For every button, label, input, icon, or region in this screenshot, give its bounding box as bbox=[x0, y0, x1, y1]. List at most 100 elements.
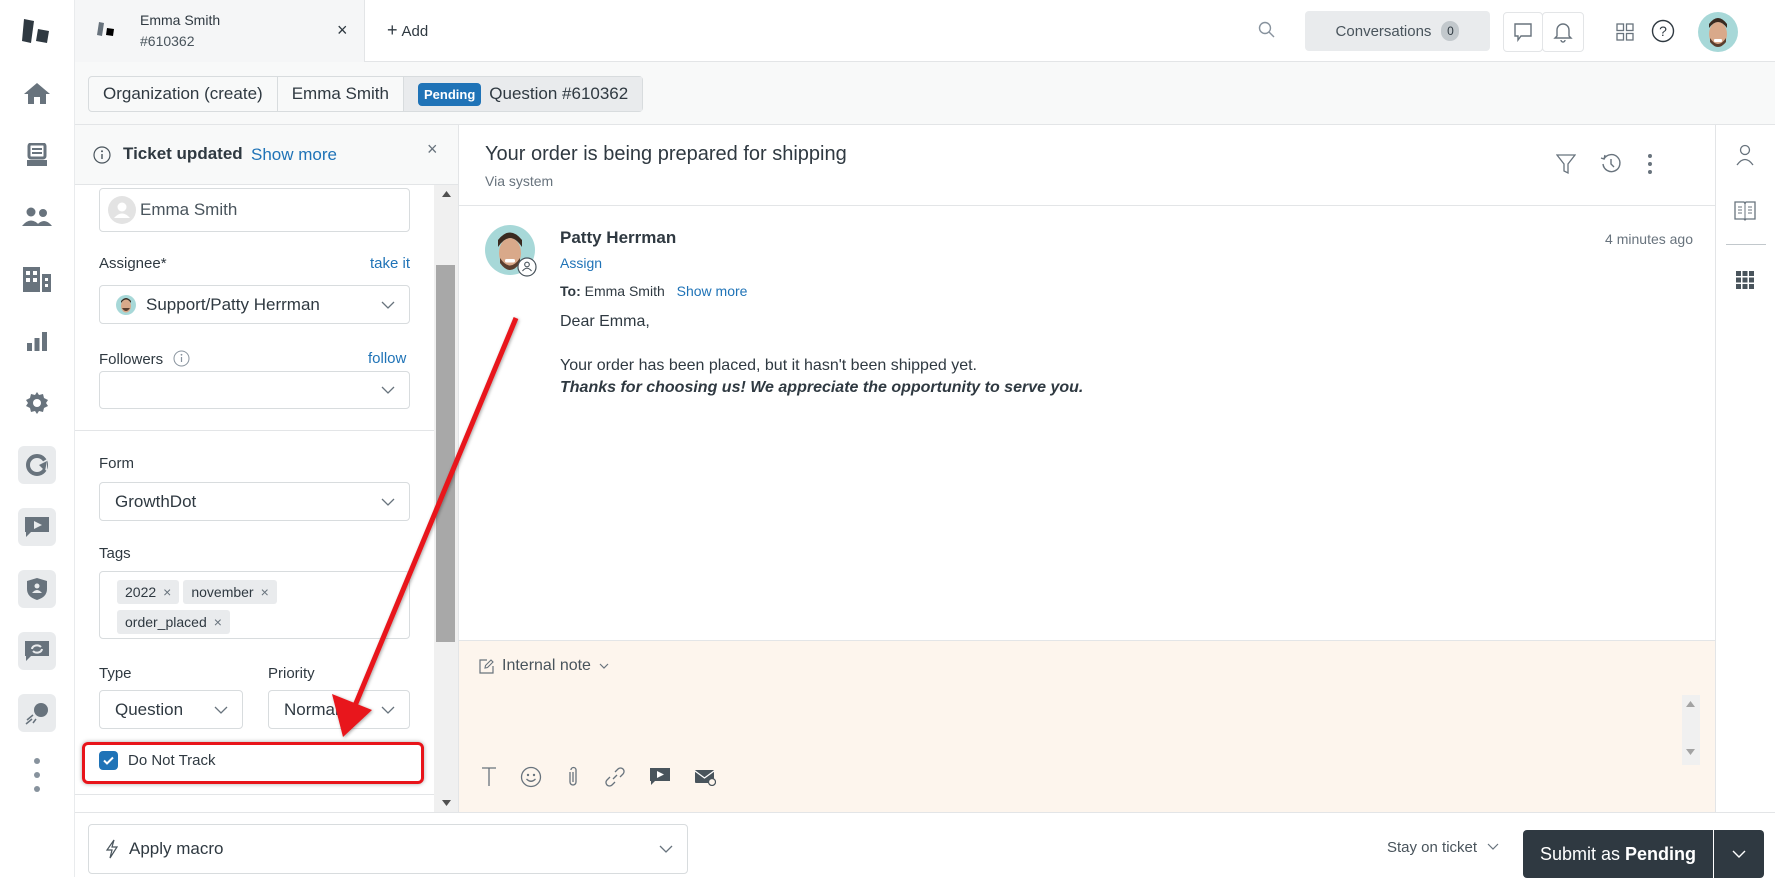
zendesk-logo-icon[interactable] bbox=[18, 12, 56, 50]
followers-label: Followers bbox=[99, 350, 190, 368]
composer-mode-select[interactable]: Internal note bbox=[479, 657, 609, 675]
composer-scrollbar[interactable] bbox=[1682, 695, 1700, 765]
building-icon[interactable] bbox=[18, 260, 56, 298]
filter-icon[interactable] bbox=[1556, 153, 1576, 175]
message-paragraph: Your order has been placed, but it hasn'… bbox=[560, 357, 977, 374]
panel-scrollbar[interactable] bbox=[434, 185, 458, 812]
search-icon[interactable] bbox=[1258, 21, 1276, 39]
tag-chip: order_placed × bbox=[117, 610, 230, 634]
top-bar: Emma Smith #610362 × + Add Conversations … bbox=[75, 0, 1775, 62]
attachment-icon[interactable] bbox=[565, 766, 581, 788]
customer-context-icon[interactable] bbox=[1735, 144, 1755, 166]
gear-icon[interactable] bbox=[18, 384, 56, 422]
users-icon[interactable] bbox=[18, 198, 56, 236]
take-it-link[interactable]: take it bbox=[370, 255, 410, 272]
follow-link[interactable]: follow bbox=[368, 350, 406, 367]
apply-macro-label: Apply macro bbox=[129, 839, 224, 858]
form-select[interactable]: GrowthDot bbox=[99, 482, 410, 521]
breadcrumb-requester[interactable]: Emma Smith bbox=[278, 77, 404, 111]
scroll-up-arrow-icon[interactable] bbox=[442, 191, 451, 197]
to-value: Emma Smith bbox=[584, 283, 665, 299]
to-label: To: bbox=[560, 283, 581, 299]
form-label: Form bbox=[99, 455, 134, 472]
chevron-down-icon bbox=[381, 498, 395, 506]
scroll-down-arrow-icon[interactable] bbox=[1686, 749, 1695, 755]
chevron-down-icon bbox=[381, 301, 395, 309]
chevron-down-icon bbox=[599, 663, 609, 669]
more-vertical-icon[interactable] bbox=[18, 754, 56, 796]
breadcrumb-ticket-label: Question #610362 bbox=[489, 84, 629, 103]
text-format-icon[interactable] bbox=[481, 767, 497, 787]
submit-options-button[interactable] bbox=[1714, 830, 1764, 878]
message-author[interactable]: Patty Herrman bbox=[560, 228, 676, 248]
scroll-up-arrow-icon[interactable] bbox=[1686, 701, 1695, 707]
breadcrumb: Organization (create) Emma Smith Pending… bbox=[88, 76, 644, 112]
chevron-down-icon bbox=[1732, 850, 1746, 858]
assignee-avatar bbox=[116, 294, 136, 315]
link-icon[interactable] bbox=[604, 766, 626, 788]
user-avatar[interactable] bbox=[1698, 12, 1738, 52]
chat-refresh-icon[interactable] bbox=[18, 632, 56, 670]
ticket-updated-notification: Ticket updated Show more × bbox=[75, 125, 458, 185]
remove-tag-icon[interactable]: × bbox=[261, 584, 269, 600]
notification-close-icon[interactable]: × bbox=[427, 139, 438, 160]
comet-icon[interactable] bbox=[18, 694, 56, 732]
breadcrumb-organization-label: Organization (create) bbox=[103, 84, 263, 103]
assign-link[interactable]: Assign bbox=[560, 255, 602, 271]
more-options-icon[interactable] bbox=[1647, 153, 1653, 175]
video-chat-icon[interactable] bbox=[18, 508, 56, 546]
bar-chart-icon[interactable] bbox=[18, 322, 56, 360]
ticket-subject: Your order is being prepared for shippin… bbox=[485, 143, 847, 165]
ticket-tab-title: Emma Smith bbox=[140, 12, 221, 28]
bottom-bar: Apply macro Stay on ticket Submit as Pen… bbox=[75, 812, 1775, 878]
add-tab-label: Add bbox=[401, 23, 429, 40]
type-select[interactable]: Question bbox=[99, 690, 243, 729]
app-pie-icon[interactable] bbox=[18, 446, 56, 484]
inbox-icon[interactable] bbox=[18, 136, 56, 174]
assignee-value: Support/Patty Herrman bbox=[146, 294, 320, 314]
type-value: Question bbox=[115, 699, 184, 719]
knowledge-icon[interactable] bbox=[1733, 200, 1757, 222]
breadcrumb-organization[interactable]: Organization (create) bbox=[89, 77, 278, 111]
apply-macro-select[interactable]: Apply macro bbox=[88, 824, 688, 874]
apps-grid-icon[interactable] bbox=[1736, 271, 1754, 289]
tag-label: 2022 bbox=[125, 584, 157, 600]
stay-on-ticket-select[interactable]: Stay on ticket bbox=[1387, 839, 1499, 856]
followers-select[interactable] bbox=[99, 371, 410, 409]
chevron-down-icon bbox=[659, 845, 673, 853]
chevron-down-icon bbox=[1487, 843, 1499, 850]
add-tab-button[interactable]: + Add bbox=[387, 20, 428, 41]
help-icon[interactable]: ? bbox=[1651, 19, 1675, 43]
history-icon[interactable] bbox=[1600, 153, 1622, 175]
recipients-show-more-link[interactable]: Show more bbox=[677, 283, 748, 299]
submit-button[interactable]: Submit as Pending bbox=[1523, 830, 1713, 878]
chat-icon[interactable] bbox=[1503, 12, 1543, 52]
home-icon[interactable] bbox=[18, 74, 56, 112]
left-nav bbox=[0, 0, 75, 877]
author-avatar[interactable] bbox=[485, 225, 537, 277]
message-greeting: Dear Emma, bbox=[560, 313, 650, 330]
email-icon[interactable] bbox=[694, 768, 716, 786]
notifications-bell-icon[interactable] bbox=[1542, 12, 1584, 52]
close-tab-icon[interactable]: × bbox=[337, 20, 348, 41]
video-icon[interactable] bbox=[649, 767, 671, 787]
conversations-button[interactable]: Conversations 0 bbox=[1305, 11, 1490, 51]
ticket-tab[interactable]: Emma Smith #610362 × bbox=[75, 0, 365, 62]
section-divider bbox=[75, 794, 434, 795]
priority-select[interactable]: Normal bbox=[268, 690, 410, 729]
requester-field[interactable]: Emma Smith bbox=[99, 188, 410, 232]
remove-tag-icon[interactable]: × bbox=[163, 584, 171, 600]
scroll-down-arrow-icon[interactable] bbox=[442, 800, 451, 806]
product-tray-icon[interactable] bbox=[1616, 23, 1634, 41]
tag-label: november bbox=[191, 584, 254, 600]
scrollbar-thumb[interactable] bbox=[436, 265, 455, 642]
shield-user-icon[interactable] bbox=[18, 570, 56, 608]
svg-text:?: ? bbox=[1659, 23, 1667, 39]
assignee-select[interactable]: Support/Patty Herrman bbox=[99, 285, 410, 324]
breadcrumb-ticket[interactable]: Pending Question #610362 bbox=[403, 77, 643, 111]
emoji-icon[interactable] bbox=[520, 766, 542, 788]
remove-tag-icon[interactable]: × bbox=[214, 614, 222, 630]
tags-input[interactable]: 2022 × november × order_placed × bbox=[99, 571, 410, 639]
notification-show-more-link[interactable]: Show more bbox=[251, 145, 337, 165]
submit-status: Pending bbox=[1625, 843, 1697, 864]
